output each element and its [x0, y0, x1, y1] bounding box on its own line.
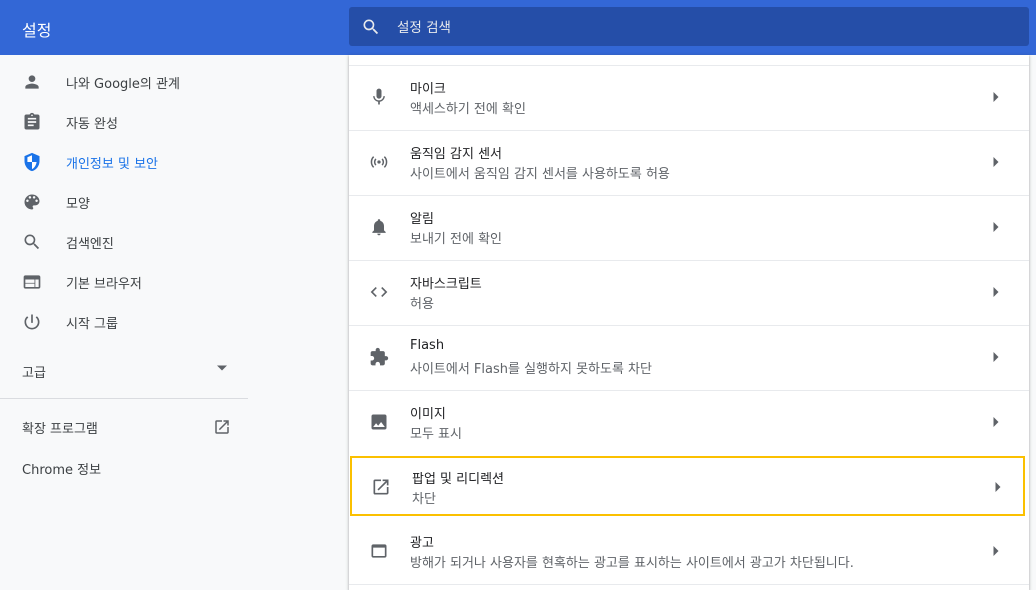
search-box[interactable] [349, 7, 1029, 48]
setting-row-microphone[interactable]: 마이크 액세스하기 전에 확인 [349, 65, 1029, 129]
code-icon [370, 287, 388, 297]
puzzle-icon [370, 347, 389, 366]
palette-icon [24, 194, 40, 210]
setting-row-ads[interactable]: 광고 방해가 되거나 사용자를 현혹하는 광고를 표시하는 사이트에서 광고가 … [349, 520, 1029, 584]
setting-title: 이미지 [410, 407, 446, 422]
advanced-label: 고급 [22, 366, 46, 381]
sidebar-divider [0, 398, 248, 399]
sidebar-item-label: 모양 [66, 197, 90, 212]
page-title: 설정 [22, 21, 52, 40]
search-icon [24, 234, 40, 250]
sidebar-item-label: 나와 Google의 관계 [66, 77, 180, 92]
arrow-right-icon [993, 417, 999, 427]
arrow-right-icon [993, 287, 999, 297]
image-icon [371, 414, 387, 430]
sidebar-item-search-engine[interactable]: 검색엔진 [0, 222, 248, 262]
setting-title: Flash [410, 338, 445, 353]
sidebar-item-privacy-security[interactable]: 개인정보 및 보안 [0, 142, 248, 182]
power-icon [24, 314, 40, 330]
bell-icon [372, 219, 386, 236]
setting-title: 움직임 감지 센서 [410, 147, 502, 162]
sensors-icon [370, 156, 388, 168]
caret-down-icon [217, 365, 227, 371]
setting-subtitle: 모두 표시 [410, 427, 462, 442]
search-icon [363, 19, 379, 35]
setting-subtitle: 차단 [412, 492, 436, 507]
setting-title: 광고 [410, 536, 434, 551]
open-external-icon [373, 479, 389, 495]
arrow-right-icon [993, 92, 999, 102]
arrow-right-icon [993, 157, 999, 167]
arrow-right-icon [993, 546, 999, 556]
sidebar-item-autofill[interactable]: 자동 완성 [0, 102, 248, 142]
clipboard-icon [24, 112, 40, 130]
setting-subtitle: 보내기 전에 확인 [410, 232, 502, 247]
setting-row-images[interactable]: 이미지 모두 표시 [349, 390, 1029, 454]
sidebar-item-extensions[interactable]: 확장 프로그램 [0, 411, 248, 443]
setting-subtitle: 사이트에서 움직임 감지 센서를 사용하도록 허용 [410, 167, 670, 182]
setting-row-motion-sensors[interactable]: 움직임 감지 센서 사이트에서 움직임 감지 센서를 사용하도록 허용 [349, 130, 1029, 194]
arrow-right-icon [995, 482, 1001, 492]
search-input[interactable] [395, 7, 999, 48]
advanced-toggle[interactable]: 고급 [0, 355, 248, 385]
shield-icon [24, 152, 40, 172]
sidebar-item-label: 검색엔진 [66, 237, 114, 252]
settings-card: 마이크 액세스하기 전에 확인 움직임 감지 센서 사이트에서 움직임 감지 센… [349, 55, 1029, 590]
row-divider [349, 584, 1029, 585]
ads-window-icon [371, 544, 387, 558]
setting-subtitle: 방해가 되거나 사용자를 현혹하는 광고를 표시하는 사이트에서 광고가 차단됩… [410, 556, 854, 571]
person-icon [25, 75, 39, 89]
sidebar-item-label: 자동 완성 [66, 117, 118, 132]
arrow-right-icon [993, 222, 999, 232]
sidebar-item-label: 개인정보 및 보안 [66, 157, 158, 172]
setting-row-javascript[interactable]: 자바스크립트 허용 [349, 260, 1029, 324]
top-bar: 설정 [0, 0, 1036, 55]
about-chrome-label: Chrome 정보 [22, 463, 102, 478]
setting-title: 알림 [410, 212, 434, 227]
microphone-icon [373, 88, 385, 105]
sidebar-item-appearance[interactable]: 모양 [0, 182, 248, 222]
sidebar-item-about-chrome[interactable]: Chrome 정보 [0, 452, 248, 484]
extensions-label: 확장 프로그램 [22, 422, 98, 437]
sidebar-item-on-startup[interactable]: 시작 그룹 [0, 302, 248, 342]
sidebar: 나와 Google의 관계 자동 완성 개인정보 및 보안 모양 검색엔진 기본… [0, 55, 248, 590]
setting-subtitle: 사이트에서 Flash를 실행하지 못하도록 차단 [410, 362, 652, 377]
sidebar-item-default-browser[interactable]: 기본 브라우저 [0, 262, 248, 302]
setting-subtitle: 허용 [410, 297, 434, 312]
browser-icon [23, 275, 41, 289]
sidebar-item-label: 기본 브라우저 [66, 277, 142, 292]
sidebar-item-label: 시작 그룹 [66, 317, 118, 332]
setting-title: 마이크 [410, 82, 446, 97]
open-external-icon [215, 420, 229, 434]
setting-title: 팝업 및 리디렉션 [412, 472, 504, 487]
setting-row-flash[interactable]: Flash 사이트에서 Flash를 실행하지 못하도록 차단 [349, 325, 1029, 389]
sidebar-item-you-and-google[interactable]: 나와 Google의 관계 [0, 62, 248, 102]
setting-title: 자바스크립트 [410, 277, 482, 292]
arrow-right-icon [993, 352, 999, 362]
setting-row-notifications[interactable]: 알림 보내기 전에 확인 [349, 195, 1029, 259]
setting-subtitle: 액세스하기 전에 확인 [410, 102, 526, 117]
setting-row-popups-redirects[interactable]: 팝업 및 리디렉션 차단 [350, 456, 1025, 516]
